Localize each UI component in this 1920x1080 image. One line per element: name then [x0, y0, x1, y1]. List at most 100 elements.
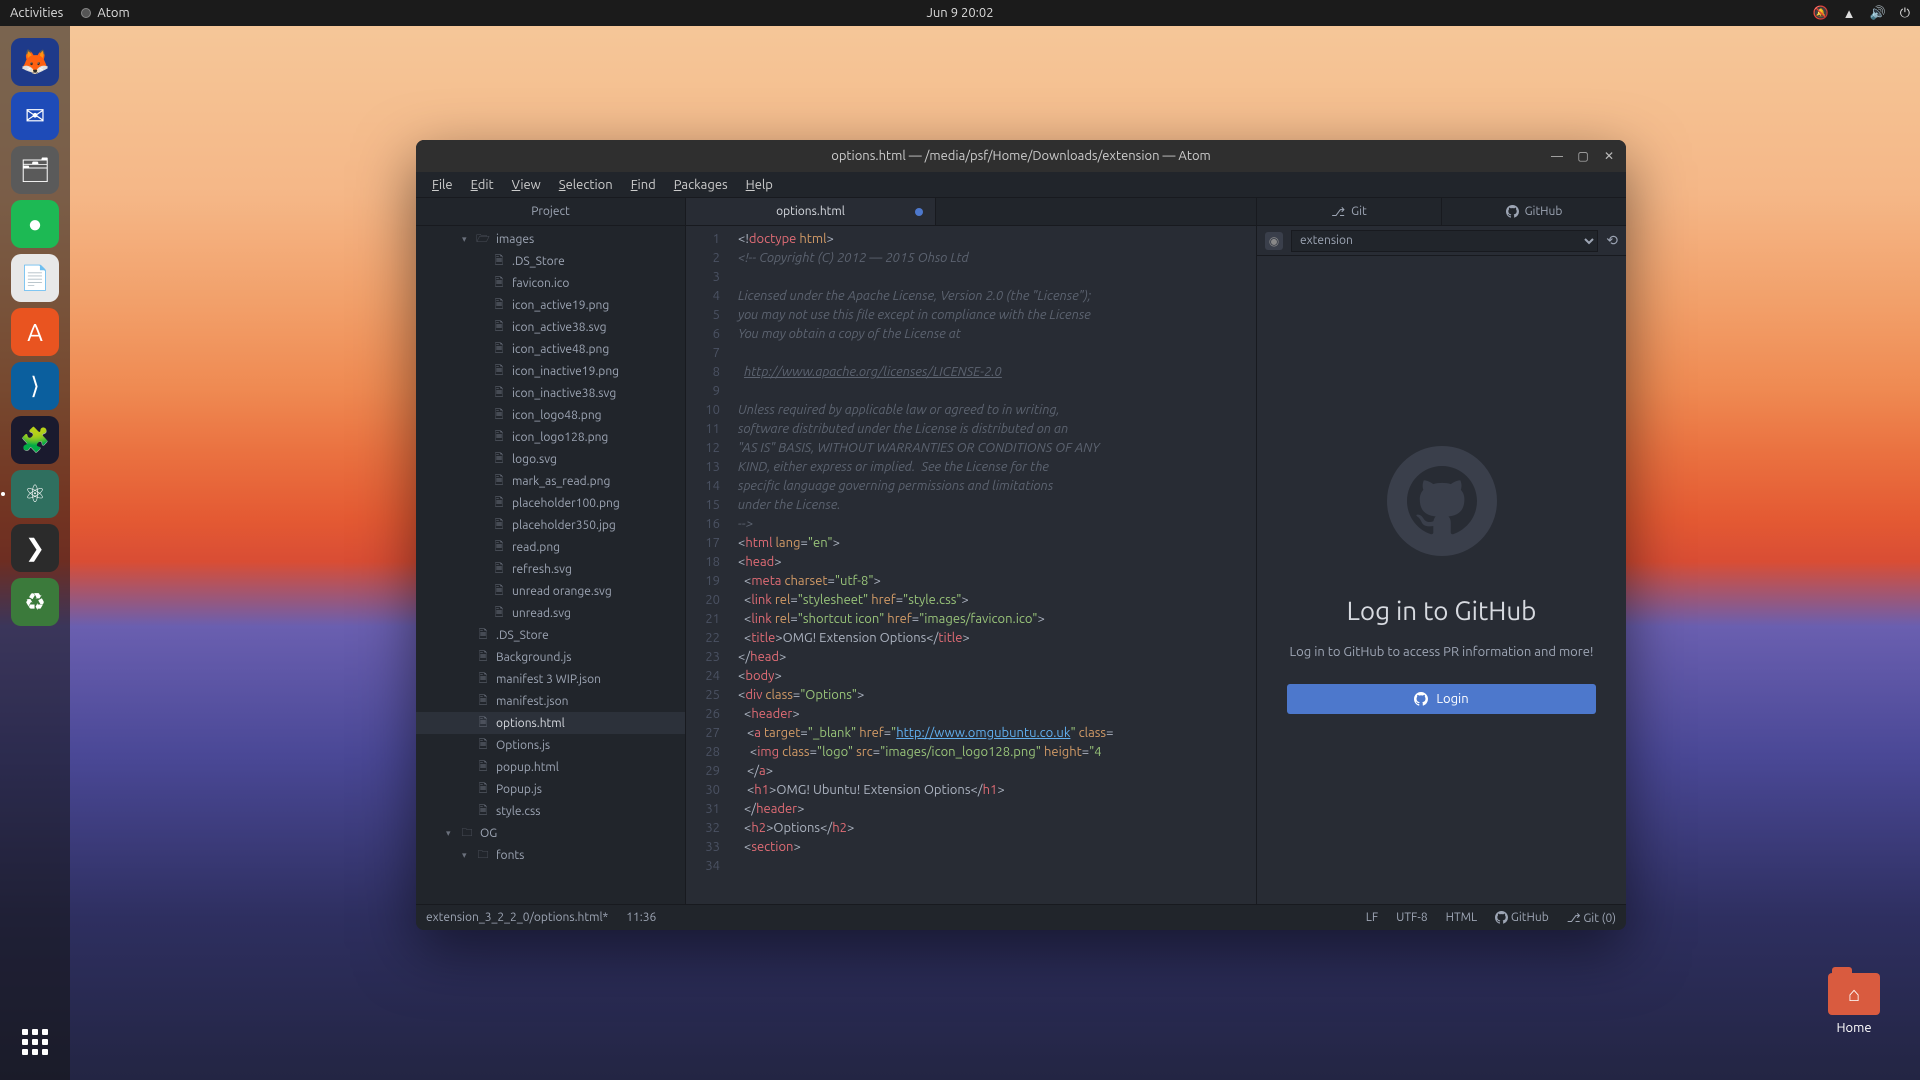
- app-menu[interactable]: Atom: [81, 6, 129, 20]
- code-content[interactable]: <!doctype html><!-- Copyright (C) 2012 —…: [730, 226, 1256, 904]
- caret-icon: ▾: [462, 850, 470, 861]
- tree-manifest-json[interactable]: 🗎manifest.json: [416, 690, 685, 712]
- menu-file[interactable]: File: [424, 176, 461, 194]
- folder-icon: [1828, 973, 1880, 1015]
- dock-libreoffice[interactable]: 📄: [11, 254, 59, 302]
- tree-placeholder100-png[interactable]: 🗎placeholder100.png: [416, 492, 685, 514]
- tree-placeholder350-jpg[interactable]: 🗎placeholder350.jpg: [416, 514, 685, 536]
- tree-icon-inactive38-svg[interactable]: 🗎icon_inactive38.svg: [416, 382, 685, 404]
- file-icon: 🗎: [492, 494, 506, 513]
- tree-style-css[interactable]: 🗎style.css: [416, 800, 685, 822]
- app-menu-label: Atom: [97, 6, 129, 20]
- tree-label: favicon.ico: [512, 277, 569, 290]
- network-icon[interactable]: ▲: [1843, 6, 1856, 21]
- tree-fonts[interactable]: ▾🗀fonts: [416, 844, 685, 866]
- tree--ds-store[interactable]: 🗎.DS_Store: [416, 250, 685, 272]
- github-tab[interactable]: GitHub: [1442, 198, 1626, 225]
- dock-vscode[interactable]: ⟩: [11, 362, 59, 410]
- tree-label: popup.html: [496, 761, 559, 774]
- repo-select[interactable]: extension: [1291, 230, 1598, 252]
- caret-icon: ▾: [446, 828, 454, 839]
- tree-icon-active38-svg[interactable]: 🗎icon_active38.svg: [416, 316, 685, 338]
- dock-terminal[interactable]: ❯: [11, 524, 59, 572]
- tree--ds-store[interactable]: 🗎.DS_Store: [416, 624, 685, 646]
- file-icon: 🗎: [492, 384, 506, 403]
- tree-popup-html[interactable]: 🗎popup.html: [416, 756, 685, 778]
- tree-refresh-svg[interactable]: 🗎refresh.svg: [416, 558, 685, 580]
- tree-icon-active19-png[interactable]: 🗎icon_active19.png: [416, 294, 685, 316]
- tree-label: placeholder350.jpg: [512, 519, 616, 532]
- tree-options-js[interactable]: 🗎Options.js: [416, 734, 685, 756]
- tree-label: icon_active48.png: [512, 343, 609, 356]
- status-eol[interactable]: LF: [1366, 911, 1378, 924]
- login-button-label: Login: [1436, 692, 1468, 706]
- dock-software[interactable]: A: [11, 308, 59, 356]
- tree-icon-logo128-png[interactable]: 🗎icon_logo128.png: [416, 426, 685, 448]
- power-icon[interactable]: ⏻: [1900, 6, 1910, 21]
- dock-thunderbird[interactable]: ✉: [11, 92, 59, 140]
- editor-tab-options[interactable]: options.html: [686, 198, 936, 225]
- tree-icon-logo48-png[interactable]: 🗎icon_logo48.png: [416, 404, 685, 426]
- github-login-button[interactable]: Login: [1287, 684, 1596, 714]
- status-git[interactable]: ⎇ Git (0): [1567, 911, 1616, 925]
- user-avatar-icon[interactable]: ◉: [1265, 232, 1283, 250]
- maximize-button[interactable]: ▢: [1572, 146, 1594, 166]
- code-editor[interactable]: 1234567891011121314151617181920212223242…: [686, 226, 1256, 904]
- menu-selection[interactable]: Selection: [551, 176, 621, 194]
- menu-edit[interactable]: Edit: [463, 176, 502, 194]
- github-icon: [1506, 205, 1519, 218]
- file-icon: 🗎: [476, 714, 490, 733]
- tree-icon-inactive19-png[interactable]: 🗎icon_inactive19.png: [416, 360, 685, 382]
- clock[interactable]: Jun 9 20:02: [926, 6, 993, 20]
- close-button[interactable]: ✕: [1598, 146, 1620, 166]
- file-icon: 🗎: [492, 274, 506, 293]
- status-github[interactable]: GitHub: [1495, 911, 1549, 924]
- status-language[interactable]: HTML: [1446, 911, 1478, 924]
- tree-mark-as-read-png[interactable]: 🗎mark_as_read.png: [416, 470, 685, 492]
- status-path[interactable]: extension_3_2_2_0/options.html*: [426, 911, 608, 924]
- menubar: FileEditViewSelectionFindPackagesHelp: [416, 172, 1626, 198]
- minimize-button[interactable]: —: [1546, 146, 1568, 166]
- menu-packages[interactable]: Packages: [666, 176, 736, 194]
- dock-atom[interactable]: ⚛: [11, 470, 59, 518]
- refresh-icon[interactable]: ⟲: [1606, 232, 1618, 249]
- titlebar[interactable]: options.html — /media/psf/Home/Downloads…: [416, 140, 1626, 172]
- volume-icon[interactable]: 🔊: [1870, 6, 1886, 21]
- file-icon: 🗎: [492, 604, 506, 623]
- status-cursor[interactable]: 11:36: [626, 911, 656, 924]
- tree-images[interactable]: ▾🗁images: [416, 228, 685, 250]
- tree-logo-svg[interactable]: 🗎logo.svg: [416, 448, 685, 470]
- file-icon: 🗎: [476, 780, 490, 799]
- tree-og[interactable]: ▾🗀OG: [416, 822, 685, 844]
- tree-unread-svg[interactable]: 🗎unread.svg: [416, 602, 685, 624]
- tree-popup-js[interactable]: 🗎Popup.js: [416, 778, 685, 800]
- tree-manifest-3-wip-json[interactable]: 🗎manifest 3 WIP.json: [416, 668, 685, 690]
- menu-help[interactable]: Help: [738, 176, 781, 194]
- file-icon: 🗎: [476, 692, 490, 711]
- dock-trash[interactable]: ♻: [11, 578, 59, 626]
- notifications-off-icon[interactable]: 🔕: [1812, 6, 1828, 21]
- tree-label: images: [496, 233, 534, 246]
- menu-find[interactable]: Find: [623, 176, 664, 194]
- dock-firefox[interactable]: 🦊: [11, 38, 59, 86]
- git-branch-icon: ⎇: [1331, 205, 1345, 219]
- tree-options-html[interactable]: 🗎options.html: [416, 712, 685, 734]
- dock-spotify[interactable]: ●: [11, 200, 59, 248]
- desktop-home-folder[interactable]: Home: [1828, 973, 1880, 1035]
- file-tree[interactable]: ▾🗁images🗎.DS_Store🗎favicon.ico🗎icon_acti…: [416, 226, 685, 904]
- tree-favicon-ico[interactable]: 🗎 favicon.ico: [416, 272, 685, 294]
- activities-button[interactable]: Activities: [10, 6, 63, 20]
- show-applications-button[interactable]: [11, 1018, 59, 1066]
- menu-view[interactable]: View: [504, 176, 549, 194]
- file-icon: 🗎: [492, 318, 506, 337]
- tree-unread-orange-svg[interactable]: 🗎unread orange.svg: [416, 580, 685, 602]
- file-icon: 🗎: [492, 582, 506, 601]
- tree-read-png[interactable]: 🗎read.png: [416, 536, 685, 558]
- dock-files[interactable]: 🗂: [11, 146, 59, 194]
- tree-icon-active48-png[interactable]: 🗎icon_active48.png: [416, 338, 685, 360]
- git-tab[interactable]: ⎇ Git: [1257, 198, 1442, 225]
- tree-background-js[interactable]: 🗎Background.js: [416, 646, 685, 668]
- file-icon: 🗎: [492, 560, 506, 579]
- status-encoding[interactable]: UTF-8: [1396, 911, 1427, 924]
- dock-extension[interactable]: 🧩: [11, 416, 59, 464]
